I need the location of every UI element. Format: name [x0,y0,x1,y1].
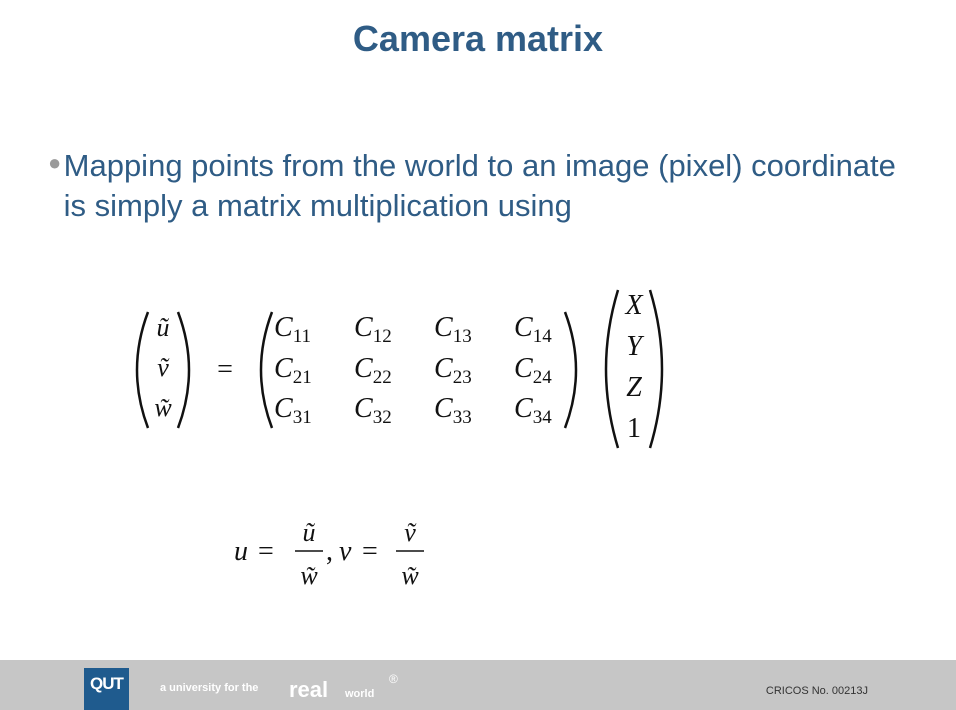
c-entry-21: C21 [274,353,312,388]
eq2-v-numerator: ṽ [404,518,417,547]
c-entry-23: C23 [434,353,472,388]
footer-bar: QUT a university for the real world ® CR… [0,660,956,710]
eq2-equals-1: = [258,536,274,567]
c-right-paren [563,311,578,429]
c-entry-34: C34 [514,393,552,428]
c-entry-11: C11 [274,312,311,347]
c-entry-13: C13 [434,312,472,347]
qut-logo-text: QUT [90,674,124,693]
c-entry-32: C32 [354,393,392,428]
equals-sign: = [217,354,233,385]
tagline-real: real [289,677,329,702]
cricos-number: CRICOS No. 00213J [765,685,868,697]
registered-mark: ® [389,672,398,686]
lhs-w: w̃ [154,393,172,422]
eq2-u: u [234,536,248,567]
rhs-x: X [624,290,643,321]
rhs-z: Z [626,372,642,403]
c-left-paren [259,311,274,429]
lhs-u: ũ [157,313,170,342]
camera-matrix-equation: ũ ṽ w̃ = C11 C12 C13 C14 C21 C22 C23 C24… [135,289,664,590]
tagline-world: world [345,688,375,700]
rhs-left-paren [604,289,620,449]
eq2-comma: , [326,536,333,567]
lhs-v: ṽ [157,353,170,382]
c-entry-12: C12 [354,312,392,347]
rhs-y: Y [626,331,645,362]
c-entry-14: C14 [514,312,552,347]
eq2-v-denominator: w̃ [401,561,419,590]
eq2-u-numerator: ũ [303,518,316,547]
c-entry-24: C24 [514,353,552,388]
eq2-u-denominator: w̃ [300,561,318,590]
rhs-right-paren [648,289,664,449]
eq2-v: v [339,536,352,567]
c-entry-31: C31 [274,393,312,428]
c-entry-33: C33 [434,393,472,428]
rhs-one: 1 [627,413,641,444]
qut-logo: QUT [84,668,129,710]
lhs-right-paren [176,311,191,429]
tagline-prefix: a university for the [160,682,259,694]
c-entry-22: C22 [354,353,392,388]
lhs-left-paren [135,311,150,429]
eq2-equals-2: = [362,536,378,567]
